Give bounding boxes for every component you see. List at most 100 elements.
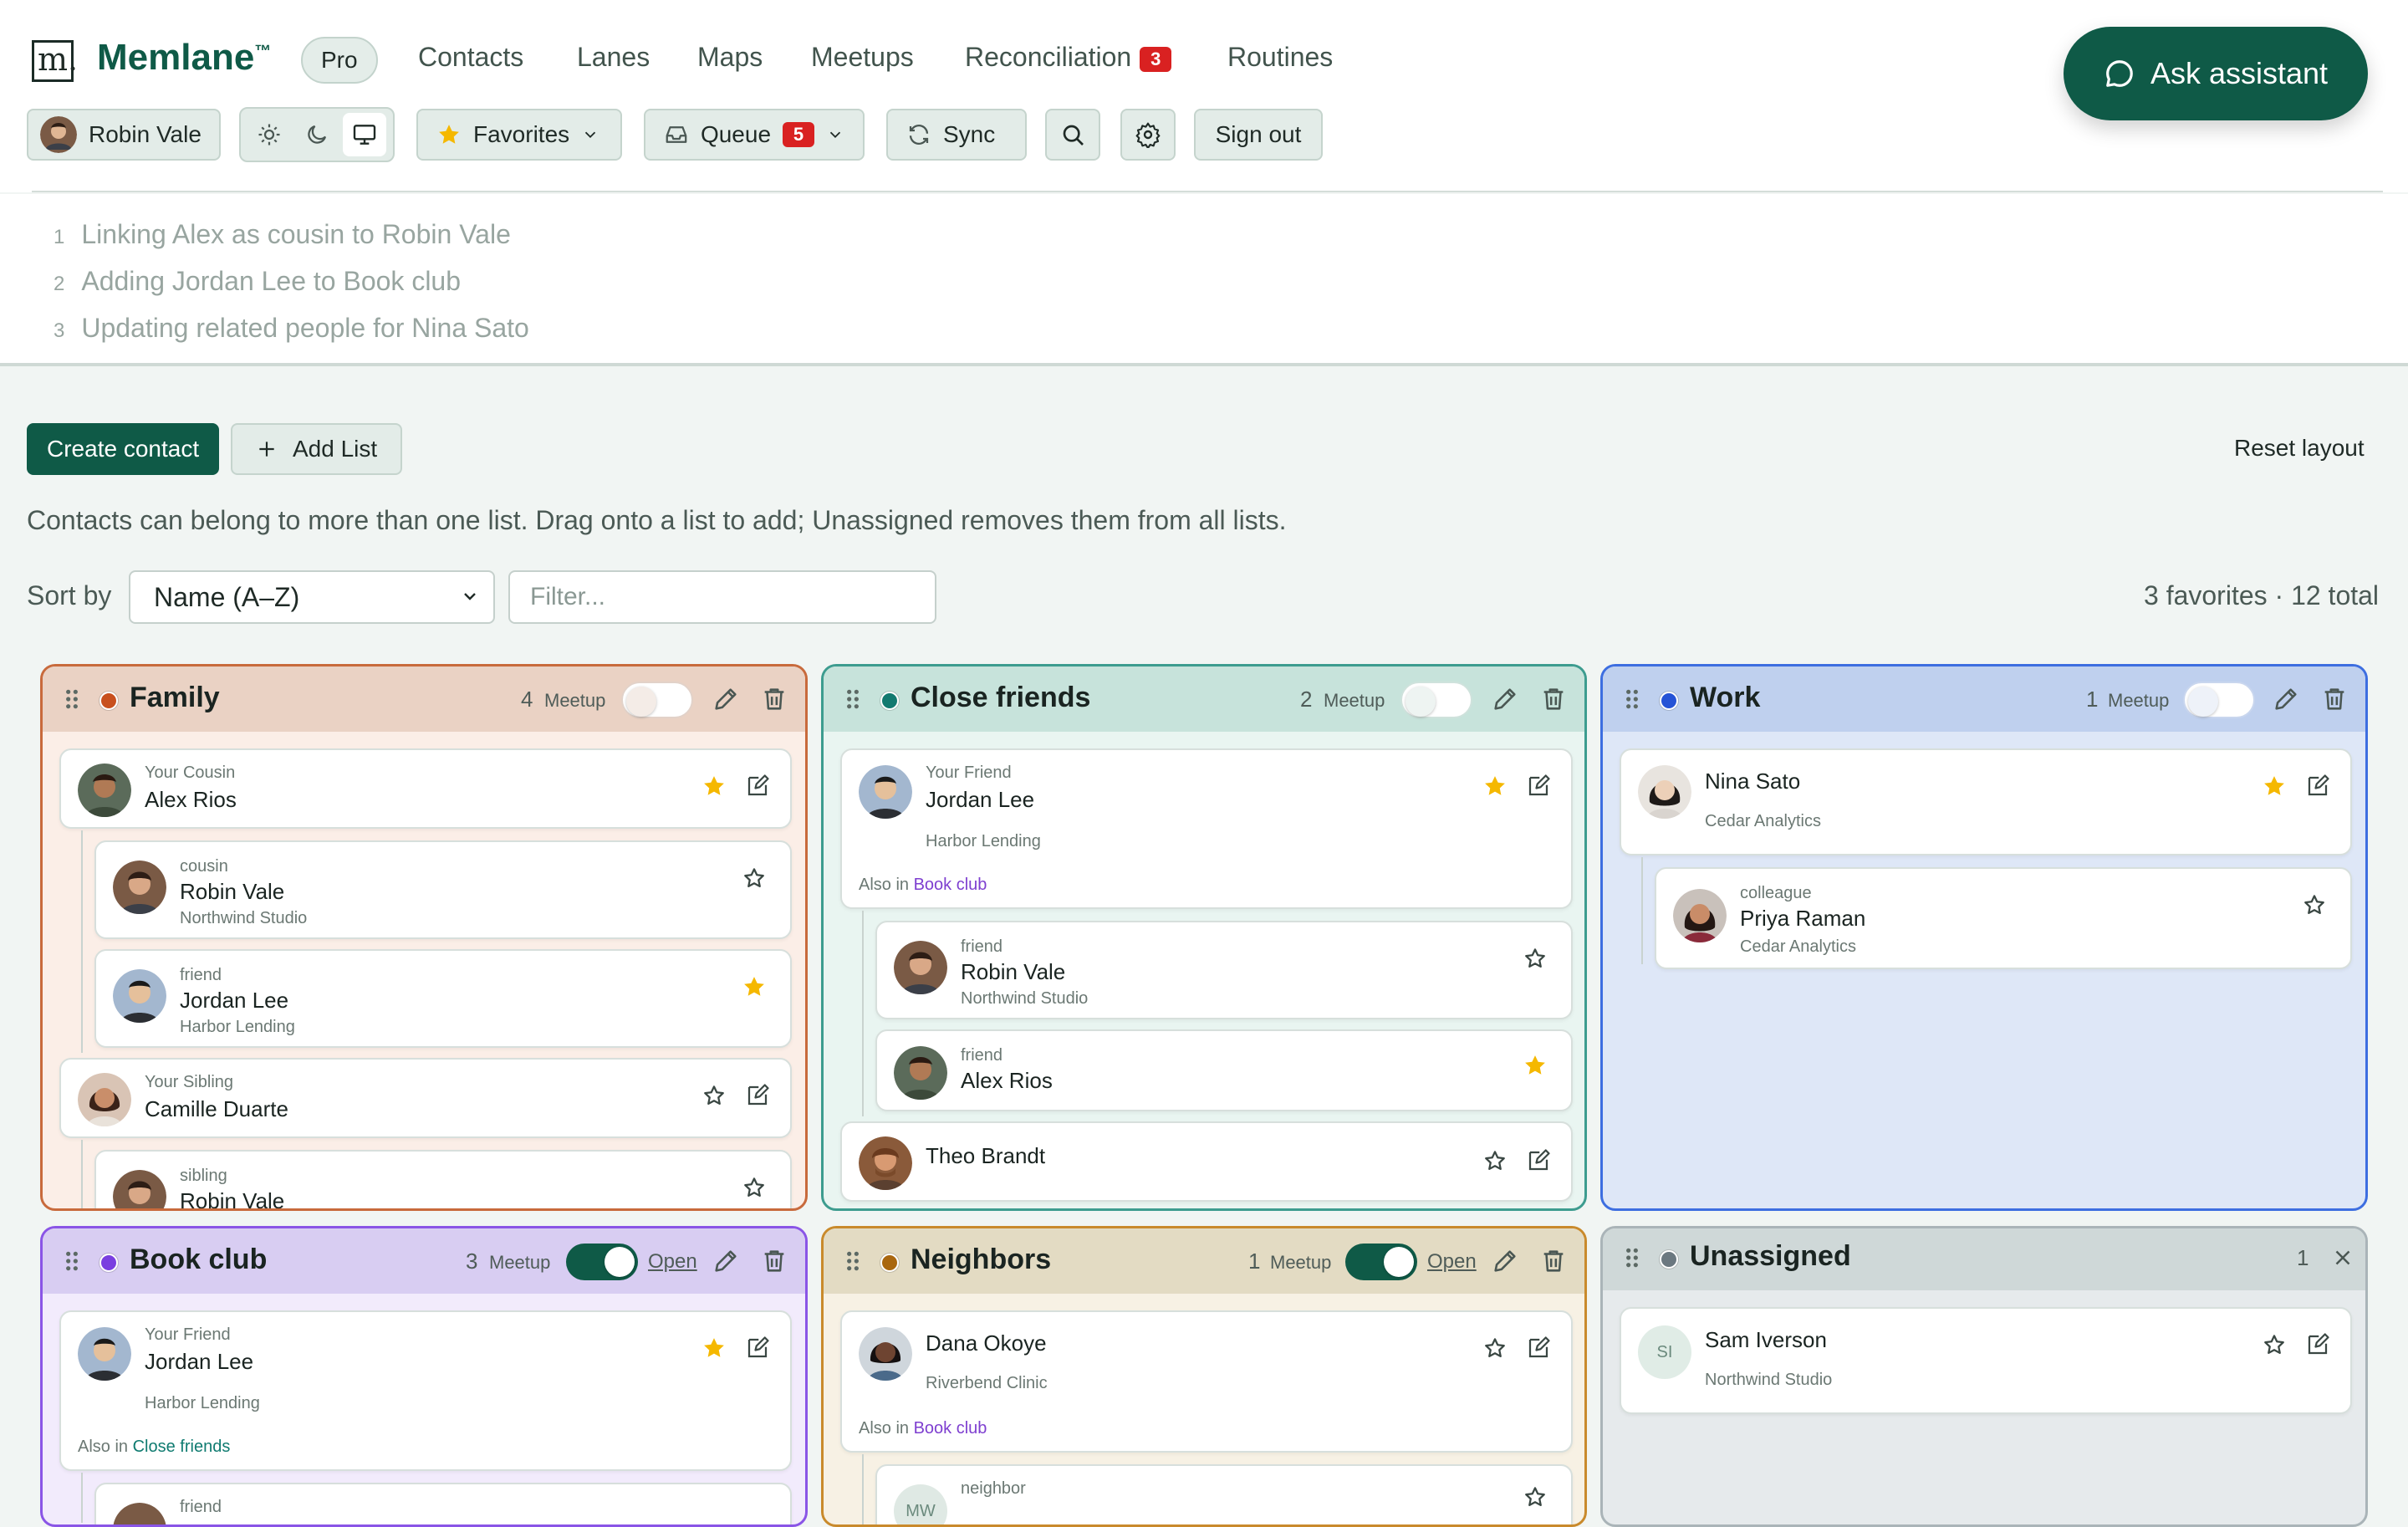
contact-card[interactable]: Your Friend Jordan Lee Harbor Lending Al… bbox=[840, 748, 1573, 909]
edit-pencil-icon[interactable] bbox=[712, 685, 740, 713]
drag-handle-icon[interactable] bbox=[845, 688, 860, 710]
settings-button[interactable] bbox=[1120, 109, 1176, 161]
reset-layout-button[interactable]: Reset layout bbox=[2234, 435, 2365, 462]
ask-assistant-button[interactable]: Ask assistant bbox=[2064, 27, 2368, 120]
nav-maps[interactable]: Maps bbox=[697, 42, 763, 73]
related-contact-card[interactable]: sibling Robin Vale bbox=[94, 1150, 792, 1208]
contact-card[interactable]: Your Friend Jordan Lee Harbor Lending Al… bbox=[59, 1310, 792, 1471]
drag-handle-icon[interactable] bbox=[64, 1250, 79, 1272]
create-contact-button[interactable]: Create contact bbox=[27, 423, 220, 475]
system-theme-option[interactable] bbox=[342, 113, 386, 156]
dark-theme-option[interactable] bbox=[295, 113, 339, 156]
meetup-toggle[interactable] bbox=[2183, 682, 2255, 718]
related-contact-card[interactable]: friend Alex Rios bbox=[875, 1029, 1573, 1111]
edit-pencil-icon[interactable] bbox=[1491, 685, 1519, 713]
brand-name[interactable]: Memlane™ bbox=[97, 37, 271, 79]
edit-contact-icon[interactable] bbox=[1526, 1148, 1551, 1173]
drag-handle-icon[interactable] bbox=[1625, 688, 1640, 710]
nav-meetups[interactable]: Meetups bbox=[811, 42, 914, 73]
related-contact-card[interactable]: friend Jordan Lee Harbor Lending bbox=[94, 949, 792, 1048]
favorite-star-icon[interactable] bbox=[701, 1335, 727, 1361]
drag-handle-icon[interactable] bbox=[1625, 1247, 1640, 1269]
edit-contact-icon[interactable] bbox=[745, 1335, 770, 1361]
contact-card[interactable]: SI Sam Iverson Northwind Studio bbox=[1620, 1307, 2352, 1414]
contact-card[interactable]: Nina Sato Cedar Analytics bbox=[1620, 748, 2352, 855]
relation-thread bbox=[81, 1473, 83, 1523]
list-count: 1 bbox=[2086, 687, 2099, 712]
drag-handle-icon[interactable] bbox=[64, 688, 79, 710]
meetup-toggle[interactable] bbox=[621, 682, 693, 718]
nav-lanes[interactable]: Lanes bbox=[577, 42, 650, 73]
sort-select[interactable]: Name (A–Z) bbox=[129, 570, 495, 624]
nav-reconciliation[interactable]: Reconciliation 3 bbox=[965, 42, 1172, 73]
trash-icon[interactable] bbox=[2320, 685, 2349, 713]
edit-contact-icon[interactable] bbox=[2305, 774, 2330, 799]
sort-label: Sort by bbox=[27, 580, 112, 610]
contact-card[interactable]: Theo Brandt bbox=[840, 1121, 1573, 1202]
avatar bbox=[894, 1046, 947, 1100]
related-contact-card[interactable]: MW neighbor bbox=[875, 1464, 1573, 1524]
sign-out-button[interactable]: Sign out bbox=[1194, 109, 1323, 161]
edit-pencil-icon[interactable] bbox=[2272, 685, 2300, 713]
related-contact-card[interactable]: friend Robin Vale Northwind Studio bbox=[875, 921, 1573, 1019]
favorite-star-icon[interactable] bbox=[742, 866, 767, 891]
edit-contact-icon[interactable] bbox=[2305, 1332, 2330, 1357]
open-meetup-link[interactable]: Open bbox=[1427, 1250, 1477, 1274]
reconciliation-badge: 3 bbox=[1140, 46, 1172, 72]
sync-button[interactable]: Sync bbox=[886, 109, 1027, 161]
trash-icon[interactable] bbox=[760, 685, 788, 713]
favorite-star-icon[interactable] bbox=[742, 1175, 767, 1200]
favorite-star-icon[interactable] bbox=[1523, 1053, 1548, 1078]
edit-contact-icon[interactable] bbox=[745, 1083, 770, 1108]
edit-contact-icon[interactable] bbox=[745, 774, 770, 799]
favorite-star-icon[interactable] bbox=[2262, 774, 2287, 799]
favorite-star-icon[interactable] bbox=[1482, 1335, 1508, 1361]
contact-card[interactable]: Your Sibling Camille Duarte bbox=[59, 1058, 792, 1138]
favorite-star-icon[interactable] bbox=[1523, 1484, 1548, 1509]
light-theme-option[interactable] bbox=[247, 113, 291, 156]
edit-contact-icon[interactable] bbox=[1526, 774, 1551, 799]
list-color-dot bbox=[99, 1254, 118, 1272]
also-in-link[interactable]: Book club bbox=[914, 876, 987, 894]
add-list-button[interactable]: Add List bbox=[231, 423, 403, 475]
meetup-toggle[interactable] bbox=[1400, 682, 1472, 718]
avatar bbox=[78, 1327, 131, 1381]
favorite-star-icon[interactable] bbox=[742, 974, 767, 999]
list-title: Neighbors bbox=[911, 1244, 1052, 1275]
nav-routines[interactable]: Routines bbox=[1227, 42, 1333, 73]
favorite-star-icon[interactable] bbox=[1523, 946, 1548, 971]
contact-card[interactable]: Dana Okoye Riverbend Clinic Also in Book… bbox=[840, 1310, 1573, 1453]
favorite-star-icon[interactable] bbox=[2262, 1332, 2287, 1357]
favorite-star-icon[interactable] bbox=[701, 774, 727, 799]
meetup-toggle[interactable] bbox=[566, 1244, 638, 1280]
related-contact-card[interactable]: colleague Priya Raman Cedar Analytics bbox=[1655, 867, 2352, 969]
filter-input[interactable]: Filter... bbox=[508, 570, 936, 624]
trash-icon[interactable] bbox=[1539, 1247, 1568, 1275]
also-in-link[interactable]: Book club bbox=[914, 1419, 987, 1438]
meetup-toggle[interactable] bbox=[1345, 1244, 1417, 1280]
contact-card[interactable]: Your Cousin Alex Rios bbox=[59, 748, 792, 829]
trash-icon[interactable] bbox=[1539, 685, 1568, 713]
avatar bbox=[859, 765, 912, 819]
queue-menu-button[interactable]: Queue 5 bbox=[644, 109, 865, 161]
edit-pencil-icon[interactable] bbox=[1491, 1247, 1519, 1275]
chevron-down-icon bbox=[829, 131, 841, 139]
user-menu-button[interactable]: Robin Vale bbox=[27, 109, 221, 161]
favorite-star-icon[interactable] bbox=[2302, 892, 2327, 917]
avatar bbox=[1638, 765, 1691, 819]
trash-icon[interactable] bbox=[760, 1247, 788, 1275]
search-button[interactable] bbox=[1045, 109, 1100, 161]
list-unassigned: Unassigned 1 SI Sam Iverson Northwind St… bbox=[1600, 1226, 2368, 1527]
favorite-star-icon[interactable] bbox=[701, 1083, 727, 1108]
favorite-star-icon[interactable] bbox=[1482, 774, 1508, 799]
also-in-link[interactable]: Close friends bbox=[133, 1438, 231, 1456]
open-meetup-link[interactable]: Open bbox=[648, 1250, 697, 1274]
close-icon[interactable] bbox=[2330, 1245, 2355, 1270]
drag-handle-icon[interactable] bbox=[845, 1250, 860, 1272]
nav-contacts[interactable]: Contacts bbox=[418, 42, 523, 73]
edit-contact-icon[interactable] bbox=[1526, 1335, 1551, 1361]
favorites-menu-button[interactable]: Favorites bbox=[416, 109, 622, 161]
edit-pencil-icon[interactable] bbox=[712, 1247, 740, 1275]
related-contact-card[interactable]: cousin Robin Vale Northwind Studio bbox=[94, 840, 792, 939]
favorite-star-icon[interactable] bbox=[1482, 1148, 1508, 1173]
